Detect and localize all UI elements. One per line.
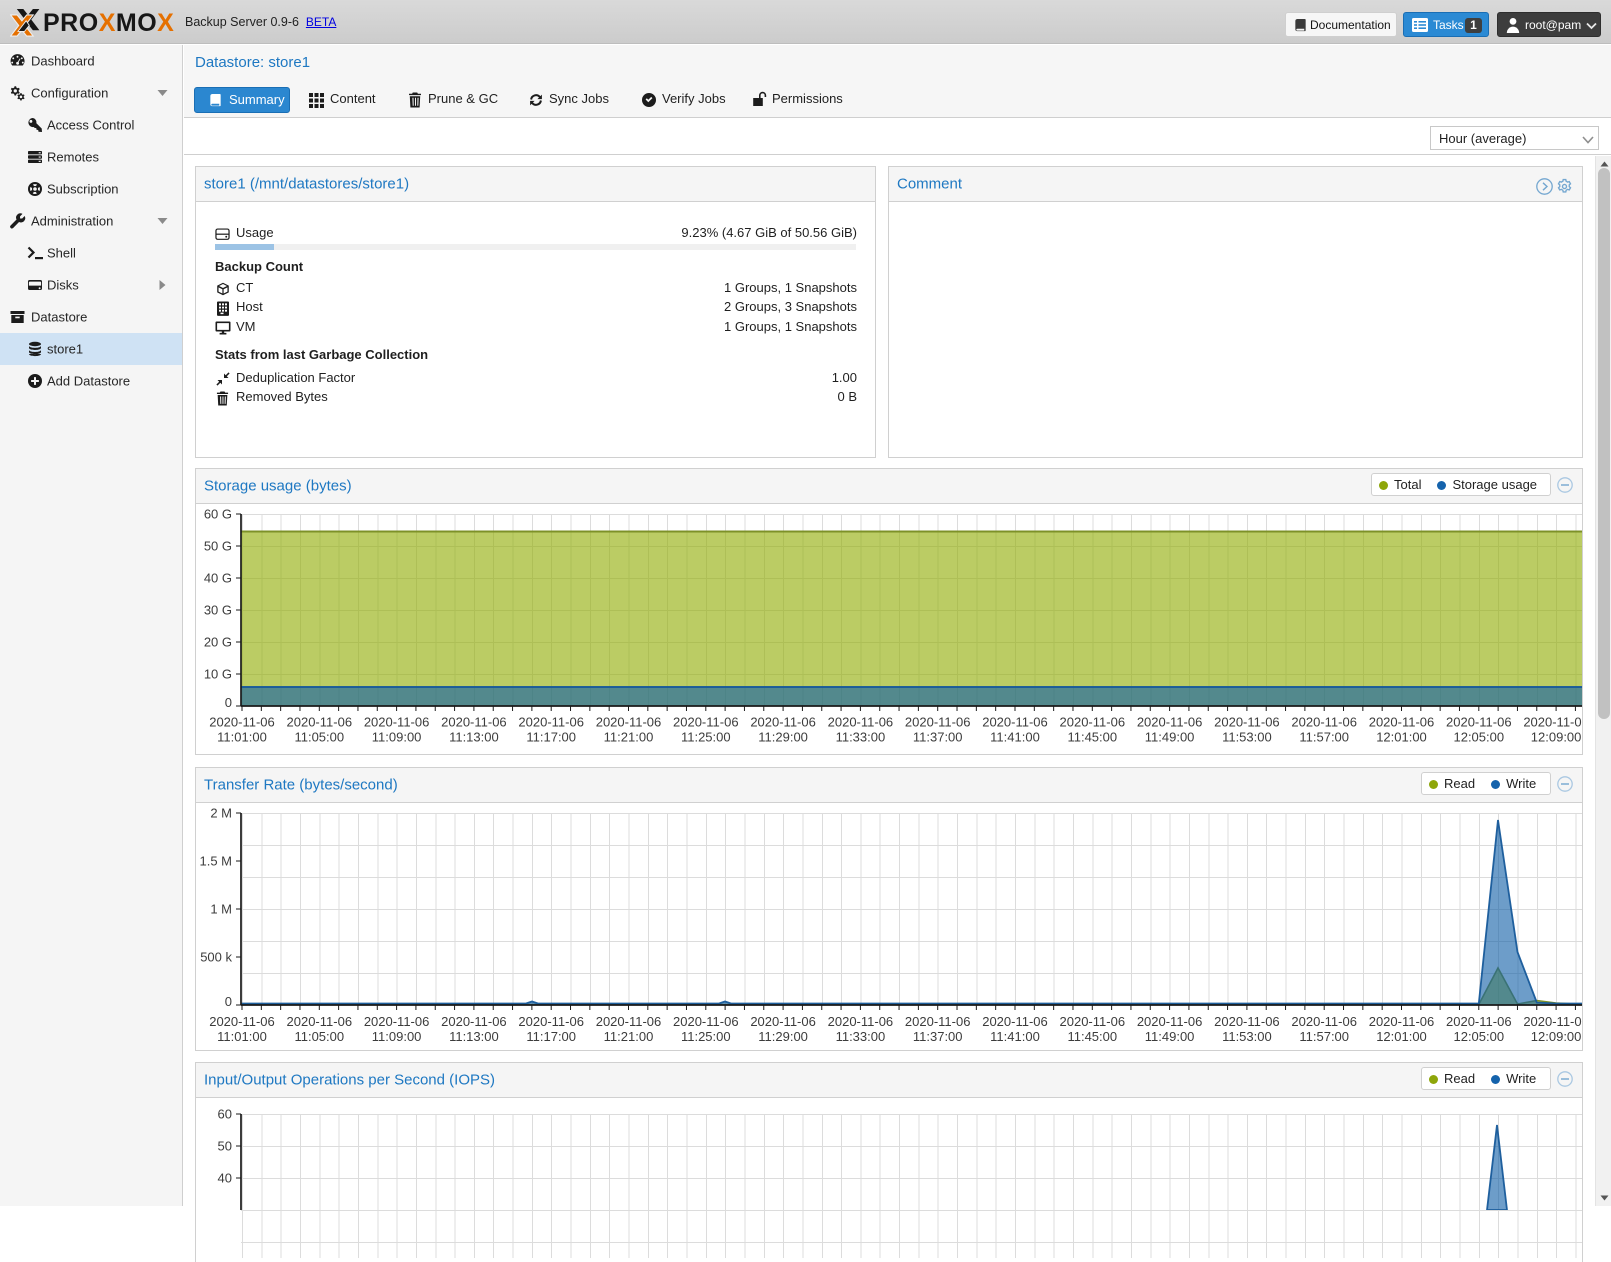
svg-text:2020-11-06: 2020-11-06 xyxy=(905,715,971,730)
svg-text:2020-11-06: 2020-11-06 xyxy=(750,1014,816,1029)
svg-text:11:17:00: 11:17:00 xyxy=(526,1029,576,1044)
svg-text:60: 60 xyxy=(218,1107,232,1122)
svg-text:12:09:00: 12:09:00 xyxy=(1531,730,1582,745)
svg-text:11:01:00: 11:01:00 xyxy=(217,1029,267,1044)
svg-text:500 k: 500 k xyxy=(200,950,232,965)
svg-text:2020-11-06: 2020-11-06 xyxy=(673,1014,739,1029)
svg-text:2020-11-06: 2020-11-06 xyxy=(1523,715,1582,730)
svg-text:11:45:00: 11:45:00 xyxy=(1067,730,1117,745)
svg-text:2020-11-06: 2020-11-06 xyxy=(1291,1014,1357,1029)
svg-text:2020-11-06: 2020-11-06 xyxy=(287,1014,353,1029)
svg-text:60 G: 60 G xyxy=(204,507,232,522)
svg-text:2020-11-06: 2020-11-06 xyxy=(596,1014,662,1029)
svg-text:2020-11-06: 2020-11-06 xyxy=(287,715,353,730)
svg-text:11:37:00: 11:37:00 xyxy=(913,1029,963,1044)
svg-text:11:57:00: 11:57:00 xyxy=(1299,1029,1349,1044)
svg-text:11:57:00: 11:57:00 xyxy=(1299,730,1349,745)
svg-text:12:05:00: 12:05:00 xyxy=(1453,730,1504,745)
svg-text:2020-11-06: 2020-11-06 xyxy=(982,1014,1048,1029)
svg-text:11:41:00: 11:41:00 xyxy=(990,1029,1040,1044)
svg-text:12:09:00: 12:09:00 xyxy=(1531,1029,1582,1044)
svg-text:11:33:00: 11:33:00 xyxy=(836,1029,886,1044)
svg-text:11:45:00: 11:45:00 xyxy=(1067,1029,1117,1044)
svg-text:2020-11-06: 2020-11-06 xyxy=(1446,1014,1512,1029)
svg-text:2020-11-06: 2020-11-06 xyxy=(1369,1014,1435,1029)
svg-text:2020-11-06: 2020-11-06 xyxy=(441,1014,507,1029)
svg-text:2020-11-06: 2020-11-06 xyxy=(364,1014,430,1029)
svg-text:11:41:00: 11:41:00 xyxy=(990,730,1040,745)
svg-text:2020-11-06: 2020-11-06 xyxy=(828,1014,894,1029)
svg-text:0: 0 xyxy=(225,695,232,710)
svg-text:2020-11-06: 2020-11-06 xyxy=(905,1014,971,1029)
svg-text:2020-11-06: 2020-11-06 xyxy=(1214,715,1280,730)
svg-text:11:05:00: 11:05:00 xyxy=(294,730,344,745)
svg-text:12:01:00: 12:01:00 xyxy=(1376,730,1427,745)
svg-text:2020-11-06: 2020-11-06 xyxy=(1137,715,1203,730)
svg-text:11:29:00: 11:29:00 xyxy=(758,730,808,745)
svg-text:11:01:00: 11:01:00 xyxy=(217,730,267,745)
svg-text:2020-11-06: 2020-11-06 xyxy=(518,715,584,730)
svg-text:40 G: 40 G xyxy=(204,571,232,586)
svg-text:30 G: 30 G xyxy=(204,603,232,618)
svg-text:2020-11-06: 2020-11-06 xyxy=(750,715,816,730)
svg-text:11:37:00: 11:37:00 xyxy=(913,730,963,745)
svg-text:2020-11-06: 2020-11-06 xyxy=(518,1014,584,1029)
svg-text:2 M: 2 M xyxy=(210,806,232,821)
svg-text:11:49:00: 11:49:00 xyxy=(1145,730,1195,745)
svg-text:2020-11-06: 2020-11-06 xyxy=(1060,1014,1126,1029)
svg-text:11:09:00: 11:09:00 xyxy=(372,730,422,745)
svg-text:2020-11-06: 2020-11-06 xyxy=(1291,715,1357,730)
svg-text:2020-11-06: 2020-11-06 xyxy=(673,715,739,730)
svg-text:2020-11-06: 2020-11-06 xyxy=(1214,1014,1280,1029)
svg-text:2020-11-06: 2020-11-06 xyxy=(1523,1014,1582,1029)
svg-text:11:25:00: 11:25:00 xyxy=(681,1029,731,1044)
svg-text:2020-11-06: 2020-11-06 xyxy=(364,715,430,730)
svg-text:11:53:00: 11:53:00 xyxy=(1222,1029,1272,1044)
svg-text:0: 0 xyxy=(225,994,232,1009)
svg-text:11:09:00: 11:09:00 xyxy=(372,1029,422,1044)
svg-text:20 G: 20 G xyxy=(204,635,232,650)
svg-text:11:13:00: 11:13:00 xyxy=(449,730,499,745)
svg-text:11:49:00: 11:49:00 xyxy=(1145,1029,1195,1044)
svg-text:11:53:00: 11:53:00 xyxy=(1222,730,1272,745)
svg-text:2020-11-06: 2020-11-06 xyxy=(1137,1014,1203,1029)
svg-text:2020-11-06: 2020-11-06 xyxy=(596,715,662,730)
svg-text:11:17:00: 11:17:00 xyxy=(526,730,576,745)
svg-text:11:05:00: 11:05:00 xyxy=(294,1029,344,1044)
svg-text:11:29:00: 11:29:00 xyxy=(758,1029,808,1044)
svg-text:50 G: 50 G xyxy=(204,539,232,554)
svg-text:2020-11-06: 2020-11-06 xyxy=(1446,715,1512,730)
svg-text:11:33:00: 11:33:00 xyxy=(836,730,886,745)
svg-text:2020-11-06: 2020-11-06 xyxy=(1060,715,1126,730)
svg-text:40: 40 xyxy=(218,1171,232,1186)
svg-text:11:21:00: 11:21:00 xyxy=(604,1029,654,1044)
svg-text:1 M: 1 M xyxy=(210,902,232,917)
svg-text:2020-11-06: 2020-11-06 xyxy=(982,715,1048,730)
svg-text:50: 50 xyxy=(218,1139,232,1154)
svg-text:12:05:00: 12:05:00 xyxy=(1453,1029,1504,1044)
svg-text:12:01:00: 12:01:00 xyxy=(1376,1029,1427,1044)
svg-text:11:13:00: 11:13:00 xyxy=(449,1029,499,1044)
svg-text:2020-11-06: 2020-11-06 xyxy=(441,715,507,730)
svg-text:10 G: 10 G xyxy=(204,667,232,682)
svg-text:2020-11-06: 2020-11-06 xyxy=(209,1014,275,1029)
svg-text:11:25:00: 11:25:00 xyxy=(681,730,731,745)
svg-text:11:21:00: 11:21:00 xyxy=(604,730,654,745)
svg-text:1.5 M: 1.5 M xyxy=(199,854,232,869)
svg-text:2020-11-06: 2020-11-06 xyxy=(209,715,275,730)
svg-text:2020-11-06: 2020-11-06 xyxy=(828,715,894,730)
svg-text:2020-11-06: 2020-11-06 xyxy=(1369,715,1435,730)
